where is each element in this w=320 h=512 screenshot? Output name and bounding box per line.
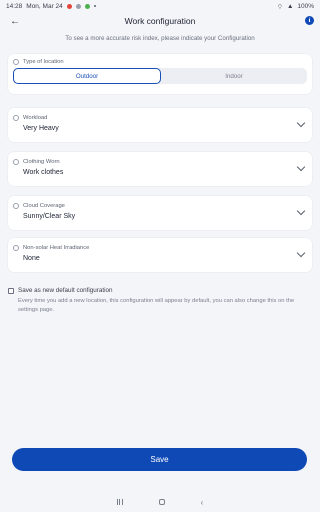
- irradiance-select[interactable]: Non-solar Heat Irradiance None: [8, 238, 312, 272]
- notification-icon: [66, 3, 72, 9]
- default-config-checkbox[interactable]: [8, 288, 14, 294]
- location-type-card: Type of location Outdoor Indoor: [8, 54, 312, 94]
- clothing-icon: [13, 159, 19, 165]
- status-bar: 14:28 Mon, Mar 24 ⌔ ▲ 100%: [0, 0, 320, 12]
- home-icon[interactable]: [158, 499, 165, 505]
- recents-icon[interactable]: [116, 499, 123, 505]
- back-nav-icon[interactable]: ‹: [201, 498, 204, 507]
- page-title: Work configuration: [124, 16, 196, 26]
- status-time: 14:28: [6, 2, 23, 10]
- heat-icon: [13, 245, 19, 251]
- clothing-label: Clothing Worn: [23, 159, 60, 165]
- status-date: Mon, Mar 24: [26, 2, 63, 10]
- segment-indoor[interactable]: Indoor: [161, 68, 307, 84]
- location-segmented-control: Outdoor Indoor: [13, 68, 307, 84]
- workload-value: Very Heavy: [23, 125, 59, 132]
- default-config-help: Every time you add a new location, this …: [18, 298, 295, 313]
- chevron-down-icon: [296, 248, 306, 258]
- clothing-select[interactable]: Clothing Worn Work clothes: [8, 152, 312, 186]
- workload-label: Workload: [23, 115, 48, 121]
- cloud-icon: [13, 203, 19, 209]
- more-dot-icon: [93, 5, 96, 7]
- page-subtitle: To see a more accurate risk index, pleas…: [65, 35, 255, 42]
- chevron-down-icon: [296, 206, 306, 216]
- back-arrow-icon[interactable]: ←: [8, 14, 22, 28]
- wifi-icon: ⌔: [276, 3, 283, 11]
- workload-select[interactable]: Workload Very Heavy: [8, 108, 312, 142]
- location-type-label: Type of location: [23, 59, 64, 65]
- system-nav-bar: ‹: [0, 492, 320, 512]
- battery-level: 100%: [297, 2, 314, 10]
- segment-outdoor[interactable]: Outdoor: [13, 68, 161, 84]
- workload-icon: [13, 115, 19, 121]
- shield-icon: [75, 3, 81, 9]
- signal-icon: ▲: [286, 2, 294, 10]
- location-pin-icon: [13, 59, 19, 65]
- chevron-down-icon: [296, 118, 306, 128]
- info-icon[interactable]: i: [305, 16, 314, 25]
- irradiance-value: None: [23, 255, 40, 262]
- cloud-coverage-label: Cloud Coverage: [23, 203, 65, 209]
- default-config-label[interactable]: Save as new default configuration: [18, 287, 113, 294]
- chevron-down-icon: [296, 162, 306, 172]
- save-button[interactable]: Save: [12, 448, 307, 471]
- cloud-coverage-value: Sunny/Clear Sky: [23, 213, 76, 220]
- app-bar: ← Work configuration i: [0, 12, 320, 30]
- cloud-coverage-select[interactable]: Cloud Coverage Sunny/Clear Sky: [8, 196, 312, 230]
- android-icon: [84, 3, 90, 9]
- clothing-value: Work clothes: [23, 169, 64, 176]
- irradiance-label: Non-solar Heat Irradiance: [23, 245, 90, 251]
